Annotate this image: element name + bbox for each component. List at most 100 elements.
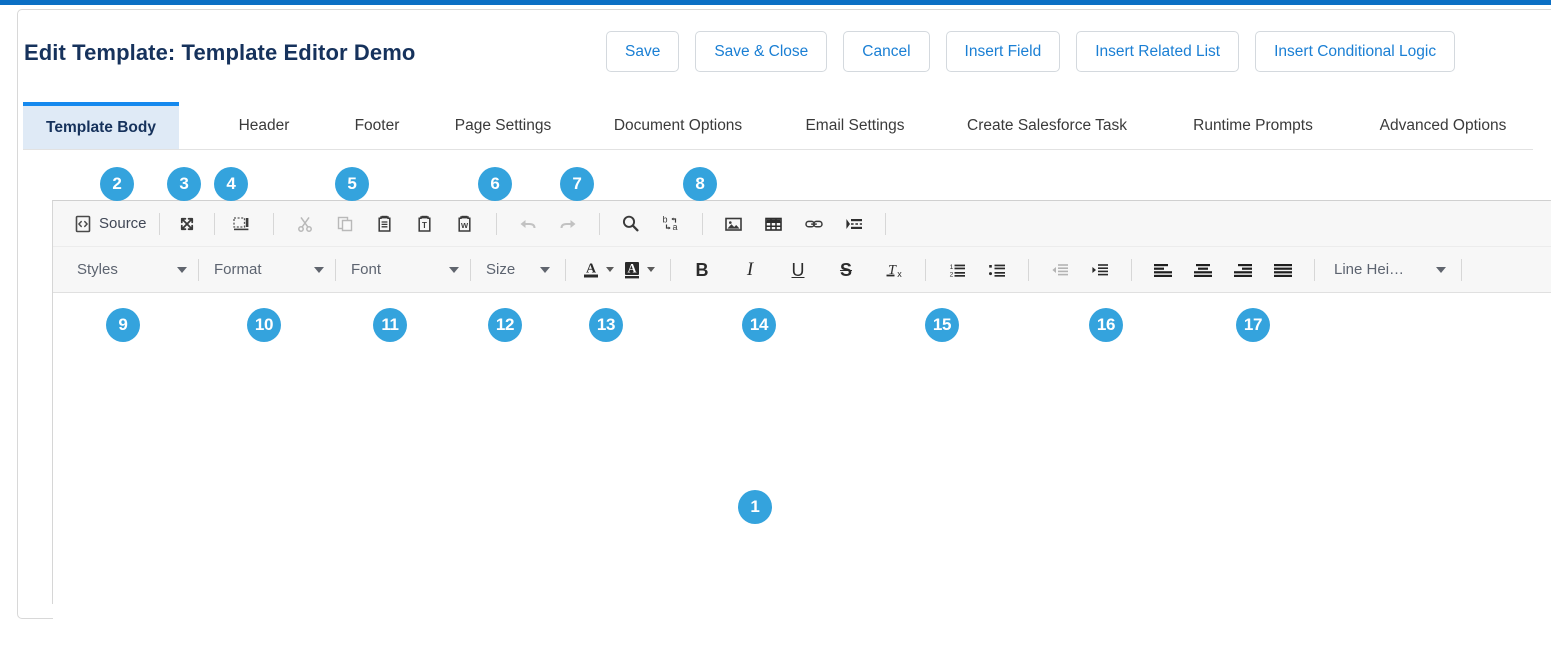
insert-conditional-logic-button[interactable]: Insert Conditional Logic <box>1255 31 1455 72</box>
toolbar-group-document: Source <box>69 209 262 239</box>
tab-footer[interactable]: Footer <box>337 102 417 149</box>
source-icon <box>74 215 92 233</box>
strikethrough-button[interactable]: S <box>826 255 866 285</box>
image-button[interactable] <box>714 209 754 239</box>
show-blocks-icon <box>232 215 251 233</box>
tab-runtime-prompts[interactable]: Runtime Prompts <box>1173 102 1333 149</box>
line-height-dropdown[interactable]: Line Hei… <box>1326 255 1450 285</box>
find-button[interactable] <box>611 209 651 239</box>
insert-field-button[interactable]: Insert Field <box>946 31 1061 72</box>
toolbar-separator <box>670 259 671 281</box>
paste-button[interactable] <box>365 209 405 239</box>
format-dropdown[interactable]: Format <box>206 255 328 285</box>
increase-indent-button[interactable] <box>1080 255 1120 285</box>
text-color-button[interactable]: A <box>577 255 618 285</box>
svg-text:T: T <box>422 221 427 230</box>
svg-text:x: x <box>897 269 902 279</box>
styles-dropdown[interactable]: Styles <box>69 255 191 285</box>
source-button[interactable]: Source <box>69 209 152 239</box>
toolbar-separator <box>1461 259 1462 281</box>
toolbar-separator <box>599 213 600 235</box>
numbered-list-icon: 1 2 <box>947 261 967 279</box>
align-right-button[interactable] <box>1223 255 1263 285</box>
toolbar-separator <box>925 259 926 281</box>
toolbar-separator <box>565 259 566 281</box>
cut-button[interactable] <box>285 209 325 239</box>
background-color-icon: A <box>622 259 642 280</box>
maximize-button[interactable] <box>167 209 207 239</box>
chevron-down-icon <box>449 267 459 273</box>
bold-label: B <box>696 261 709 279</box>
cancel-button[interactable]: Cancel <box>843 31 929 72</box>
insert-related-list-button[interactable]: Insert Related List <box>1076 31 1239 72</box>
toolbar-group-indent <box>1040 255 1120 285</box>
link-button[interactable] <box>794 209 834 239</box>
toolbar-row-2: Styles Format Font Size <box>53 246 1551 292</box>
tab-email-settings[interactable]: Email Settings <box>785 102 925 149</box>
background-color-button[interactable]: A <box>618 255 659 285</box>
tab-page-settings[interactable]: Page Settings <box>433 102 573 149</box>
toolbar-group-find: b a <box>611 209 691 239</box>
chevron-down-icon <box>540 267 550 273</box>
increase-indent-icon <box>1090 261 1110 279</box>
align-center-icon <box>1192 261 1214 279</box>
callout-badge-5: 5 <box>335 167 369 201</box>
toolbar-separator <box>470 259 471 281</box>
paste-as-plain-text-button[interactable]: T <box>405 209 445 239</box>
callout-badge-17: 17 <box>1236 308 1270 342</box>
align-center-button[interactable] <box>1183 255 1223 285</box>
italic-button[interactable]: I <box>730 255 770 285</box>
chevron-down-icon <box>314 267 324 273</box>
align-left-button[interactable] <box>1143 255 1183 285</box>
save-and-close-button[interactable]: Save & Close <box>695 31 827 72</box>
editor-content-area[interactable] <box>53 293 1551 651</box>
decrease-indent-icon <box>1050 261 1070 279</box>
replace-button[interactable]: b a <box>651 209 691 239</box>
bulleted-list-button[interactable] <box>977 255 1017 285</box>
align-justify-button[interactable] <box>1263 255 1303 285</box>
toolbar-separator <box>214 213 215 235</box>
callout-badge-2: 2 <box>100 167 134 201</box>
paste-as-plain-text-icon: T <box>416 215 434 233</box>
tab-header[interactable]: Header <box>219 102 309 149</box>
toolbar-row-1: Source <box>53 201 1551 246</box>
toolbar-separator <box>1131 259 1132 281</box>
tab-template-body[interactable]: Template Body <box>23 102 179 149</box>
svg-text:b: b <box>662 214 667 224</box>
show-blocks-button[interactable] <box>222 209 262 239</box>
size-dropdown[interactable]: Size <box>478 255 554 285</box>
tab-document-options[interactable]: Document Options <box>593 102 763 149</box>
svg-text:A: A <box>586 262 597 277</box>
underline-button[interactable]: U <box>778 255 818 285</box>
undo-button[interactable] <box>508 209 548 239</box>
strikethrough-label: S <box>840 261 852 279</box>
callout-badge-7: 7 <box>560 167 594 201</box>
tab-advanced-options[interactable]: Advanced Options <box>1353 102 1533 149</box>
numbered-list-button[interactable]: 1 2 <box>937 255 977 285</box>
toolbar-separator <box>885 213 886 235</box>
bulleted-list-icon <box>987 261 1007 279</box>
callout-badge-12: 12 <box>488 308 522 342</box>
svg-text:2: 2 <box>950 271 954 278</box>
callout-badge-13: 13 <box>589 308 623 342</box>
table-button[interactable] <box>754 209 794 239</box>
save-button[interactable]: Save <box>606 31 679 72</box>
decrease-indent-button[interactable] <box>1040 255 1080 285</box>
paste-from-word-button[interactable]: W <box>445 209 485 239</box>
remove-format-button[interactable]: T x <box>874 255 914 285</box>
bold-button[interactable]: B <box>682 255 722 285</box>
svg-text:a: a <box>672 222 677 232</box>
tab-create-salesforce-task[interactable]: Create Salesforce Task <box>947 102 1147 149</box>
cut-icon <box>296 215 314 233</box>
callout-badge-11: 11 <box>373 308 407 342</box>
copy-button[interactable] <box>325 209 365 239</box>
undo-icon <box>518 215 538 233</box>
font-dropdown[interactable]: Font <box>343 255 463 285</box>
styles-dropdown-value: Styles <box>77 261 167 278</box>
redo-button[interactable] <box>548 209 588 239</box>
size-dropdown-value: Size <box>486 261 530 278</box>
toolbar-separator <box>702 213 703 235</box>
maximize-icon <box>178 215 196 233</box>
paste-icon <box>376 215 394 233</box>
page-break-button[interactable] <box>834 209 874 239</box>
